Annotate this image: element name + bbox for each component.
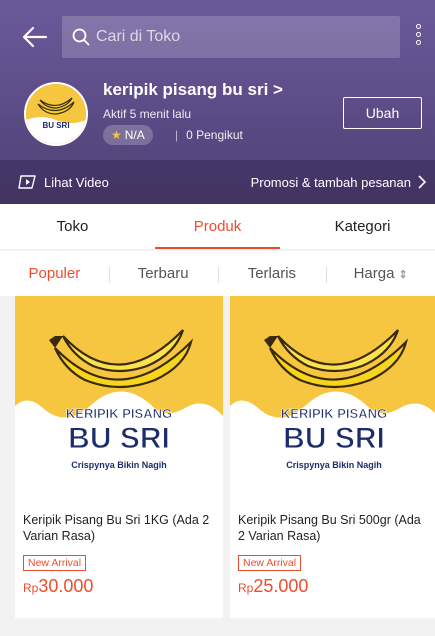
view-video-link[interactable]: Lihat Video <box>18 174 109 190</box>
product-image-line1: KERIPIK PISANG <box>66 406 172 421</box>
new-arrival-badge: New Arrival <box>23 555 87 571</box>
star-icon: ★ <box>111 128 122 142</box>
play-video-icon <box>18 175 36 189</box>
tab-kategori[interactable]: Kategori <box>290 204 435 249</box>
followers-label: 0 Pengikut <box>186 128 243 142</box>
price-currency: Rp <box>23 581 39 595</box>
product-image-line2: BU SRI <box>283 422 385 455</box>
product-title: Keripik Pisang Bu Sri 500gr (Ada 2 Varia… <box>238 513 421 543</box>
product-image-line1: KERIPIK PISANG <box>281 406 387 421</box>
shop-active-status: Aktif 5 menit lalu <box>103 107 192 121</box>
product-title: Keripik Pisang Bu Sri 1KG (Ada 2 Varian … <box>23 513 210 543</box>
price-currency: Rp <box>238 581 254 595</box>
sort-terlaris[interactable]: Terlaris <box>217 265 327 283</box>
product-image: KERIPIK PISANG BU SRI Crispynya Bikin Na… <box>230 296 435 502</box>
edit-shop-button[interactable]: Ubah <box>343 97 422 129</box>
product-card[interactable]: KERIPIK PISANG BU SRI Crispynya Bikin Na… <box>15 296 223 618</box>
sort-bar: Populer Terbaru Terlaris Harga ⇕ <box>0 251 435 296</box>
rating-badge: ★ N/A <box>103 125 153 145</box>
product-image-line2: BU SRI <box>68 422 170 455</box>
sort-terbaru[interactable]: Terbaru <box>108 265 218 283</box>
chevron-right-icon <box>418 175 427 189</box>
video-promo-bar: Lihat Video Promosi & tambah pesanan <box>0 160 435 204</box>
product-image-tagline: Crispynya Bikin Nagih <box>71 460 167 470</box>
new-arrival-badge: New Arrival <box>238 555 302 571</box>
banana-product-image: KERIPIK PISANG BU SRI Crispynya Bikin Na… <box>230 296 435 502</box>
promo-link[interactable]: Promosi & tambah pesanan <box>251 175 427 190</box>
sort-harga-label: Harga <box>353 265 395 282</box>
product-price: Rp25.000 <box>238 576 430 597</box>
back-button[interactable] <box>20 22 54 52</box>
search-input[interactable] <box>96 28 376 46</box>
tab-toko[interactable]: Toko <box>0 204 145 249</box>
tab-produk[interactable]: Produk <box>145 204 290 249</box>
more-options-button[interactable] <box>410 24 426 54</box>
search-icon <box>72 28 90 46</box>
shop-header: BU SRI keripik pisang bu sri > Aktif 5 m… <box>0 0 435 204</box>
logo-text: BU SRI <box>42 121 69 130</box>
product-card[interactable]: KERIPIK PISANG BU SRI Crispynya Bikin Na… <box>230 296 435 618</box>
rating-value: N/A <box>124 128 145 142</box>
product-grid: KERIPIK PISANG BU SRI Crispynya Bikin Na… <box>0 296 435 636</box>
shop-avatar[interactable]: BU SRI <box>24 82 88 146</box>
search-bar[interactable] <box>62 16 400 58</box>
followers-count: | 0 Pengikut <box>175 128 243 142</box>
view-video-label: Lihat Video <box>44 174 109 190</box>
price-value: 25.000 <box>253 576 309 596</box>
shop-name[interactable]: keripik pisang bu sri > <box>103 80 283 100</box>
promo-label: Promosi & tambah pesanan <box>250 174 411 190</box>
banana-product-image: KERIPIK PISANG BU SRI Crispynya Bikin Na… <box>15 296 223 502</box>
shop-tabs: Toko Produk Kategori <box>0 204 435 250</box>
banana-logo-image: BU SRI <box>26 84 86 144</box>
sort-arrows-icon: ⇕ <box>398 269 408 281</box>
product-image-tagline: Crispynya Bikin Nagih <box>286 460 382 470</box>
more-vertical-icon <box>410 24 426 45</box>
sort-harga[interactable]: Harga ⇕ <box>326 265 435 283</box>
sort-populer[interactable]: Populer <box>0 265 109 282</box>
back-arrow-icon <box>22 26 48 48</box>
product-image: KERIPIK PISANG BU SRI Crispynya Bikin Na… <box>15 296 223 502</box>
product-price: Rp30.000 <box>23 576 215 597</box>
price-value: 30.000 <box>38 576 94 596</box>
